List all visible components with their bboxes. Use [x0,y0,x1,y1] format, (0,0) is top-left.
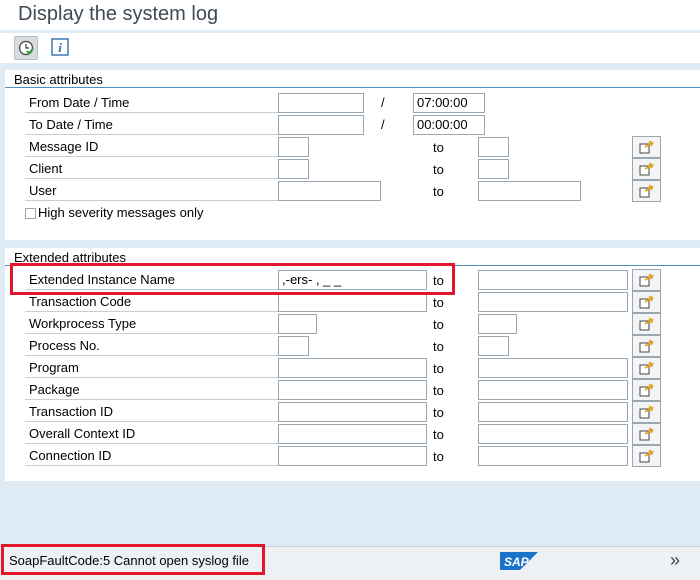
multiple-selection-icon [639,140,654,154]
to-text: to [433,162,444,177]
client-label: Client [25,159,278,179]
process-no-from-field[interactable] [278,336,309,356]
package-to-field[interactable] [478,380,628,400]
to-date-time-label: To Date / Time [25,115,278,135]
process-no-label: Process No. [25,336,278,356]
program-from-field[interactable] [278,358,427,378]
from-date-field[interactable] [278,93,364,113]
overall-context-id-from-field[interactable] [278,424,427,444]
high-severity-checkbox[interactable] [25,208,36,219]
to-text: to [433,383,444,398]
workprocess-type-from-field[interactable] [278,314,317,334]
connection-id-from-field[interactable] [278,446,427,466]
process-no-to-field[interactable] [478,336,509,356]
transaction-code-from-field[interactable] [278,292,427,312]
highlight-box-status-message [1,544,265,575]
multiple-selection-button[interactable] [632,269,661,291]
multiple-selection-button[interactable] [632,357,661,379]
from-time-field[interactable]: 07:00:00 [413,93,485,113]
information-button[interactable]: i [49,36,71,58]
workprocess-type-label: Workprocess Type [25,314,278,334]
multiple-selection-button[interactable] [632,335,661,357]
to-time-field[interactable]: 00:00:00 [413,115,485,135]
user-from-field[interactable] [278,181,381,201]
user-label: User [25,181,278,201]
extended-instance-to-field[interactable] [478,270,628,290]
status-expand-chevron-icon[interactable]: » [670,550,680,571]
to-text: to [433,427,444,442]
multiple-selection-icon [639,184,654,198]
transaction-id-label: Transaction ID [25,402,278,422]
message-id-to-field[interactable] [478,137,509,157]
info-icon: i [51,38,69,56]
transaction-code-to-field[interactable] [478,292,628,312]
from-separator: / [381,95,385,110]
execute-clock-icon [18,40,34,56]
multiple-selection-button[interactable] [632,423,661,445]
sap-logo: SAP [500,552,538,573]
basic-attributes-title: Basic attributes [14,72,103,87]
multiple-selection-icon [639,339,654,353]
svg-text:i: i [58,40,62,55]
to-text: to [433,295,444,310]
to-text: to [433,184,444,199]
execute-button[interactable] [14,36,38,60]
selection-screen: Basic attributes From Date / Time / 07:0… [0,63,700,546]
svg-text:SAP: SAP [504,555,530,569]
multiple-selection-icon [639,383,654,397]
program-label: Program [25,358,278,378]
multiple-selection-button[interactable] [632,291,661,313]
basic-attributes-group: Basic attributes From Date / Time / 07:0… [5,70,700,240]
multiple-selection-icon [639,405,654,419]
client-to-field[interactable] [478,159,509,179]
package-from-field[interactable] [278,380,427,400]
client-from-field[interactable] [278,159,309,179]
transaction-id-to-field[interactable] [478,402,628,422]
title-bar: Display the system log [0,0,700,30]
workprocess-type-to-field[interactable] [478,314,517,334]
user-to-field[interactable] [478,181,581,201]
package-label: Package [25,380,278,400]
multiple-selection-icon [639,317,654,331]
multiple-selection-icon [639,427,654,441]
group-divider [5,87,700,88]
connection-id-label: Connection ID [25,446,278,466]
multiple-selection-button[interactable] [632,136,661,158]
message-id-from-field[interactable] [278,137,309,157]
multiple-selection-icon [639,162,654,176]
connection-id-to-field[interactable] [478,446,628,466]
multiple-selection-icon [639,361,654,375]
to-text: to [433,339,444,354]
to-separator: / [381,117,385,132]
to-text: to [433,317,444,332]
transaction-id-from-field[interactable] [278,402,427,422]
multiple-selection-button[interactable] [632,158,661,180]
multiple-selection-button[interactable] [632,445,661,467]
to-text: to [433,140,444,155]
program-to-field[interactable] [478,358,628,378]
multiple-selection-icon [639,295,654,309]
overall-context-id-label: Overall Context ID [25,424,278,444]
from-date-time-label: From Date / Time [25,93,278,113]
message-id-label: Message ID [25,137,278,157]
overall-context-id-to-field[interactable] [478,424,628,444]
to-text: to [433,361,444,376]
multiple-selection-icon [639,449,654,463]
to-date-field[interactable] [278,115,364,135]
multiple-selection-button[interactable] [632,379,661,401]
high-severity-label: High severity messages only [38,205,204,220]
multiple-selection-button[interactable] [632,313,661,335]
transaction-code-label: Transaction Code [25,292,278,312]
multiple-selection-button[interactable] [632,180,661,202]
to-text: to [433,449,444,464]
page-title: Display the system log [18,3,219,25]
to-text: to [433,405,444,420]
application-toolbar: i [0,33,700,64]
highlight-box-extended-instance [10,263,455,295]
multiple-selection-button[interactable] [632,401,661,423]
multiple-selection-icon [639,273,654,287]
